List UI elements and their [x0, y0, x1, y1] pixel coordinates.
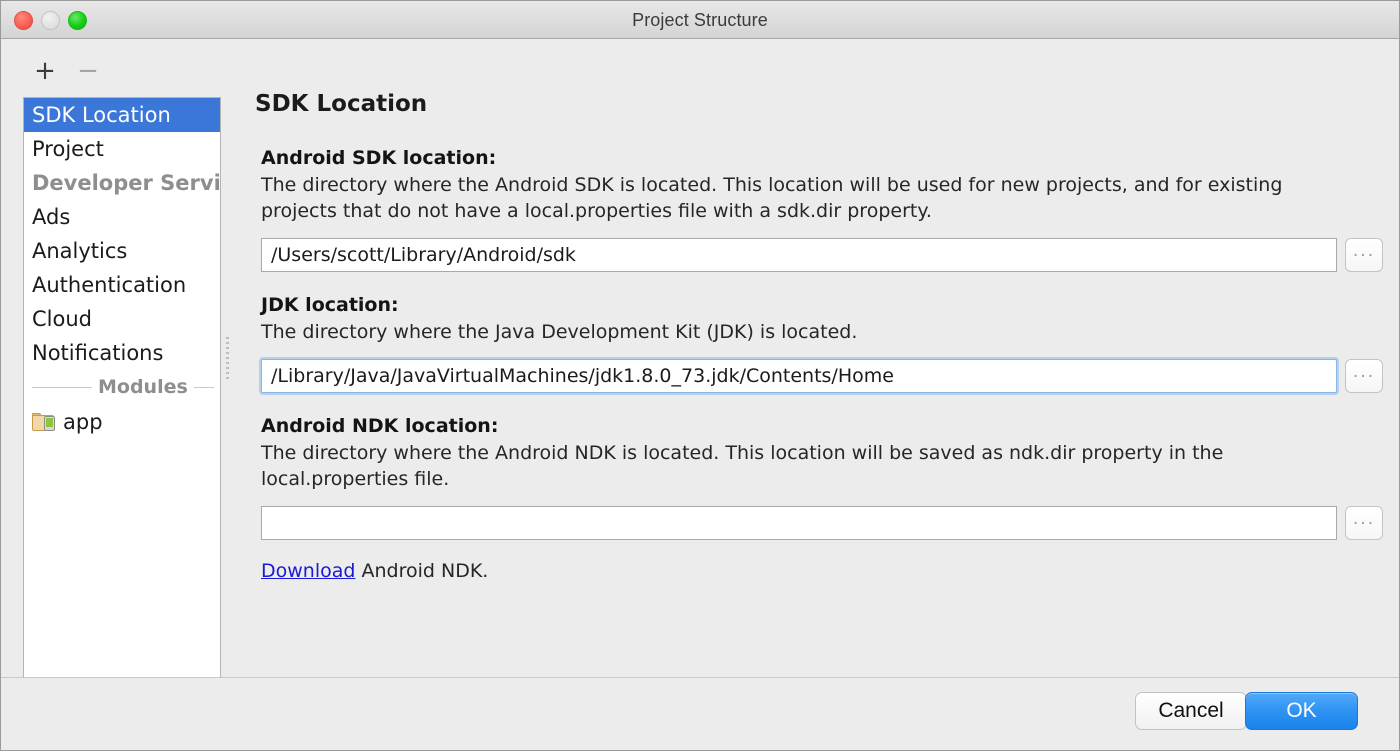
android-ndk-location-description: The directory where the Android NDK is l…	[261, 440, 1359, 492]
android-sdk-location-section: Android SDK location: The directory wher…	[261, 147, 1383, 272]
remove-module-button[interactable]: −	[75, 60, 101, 86]
modules-group-separator: Modules	[24, 370, 220, 404]
jdk-location-input[interactable]: /Library/Java/JavaVirtualMachines/jdk1.8…	[261, 359, 1337, 393]
download-ndk-link[interactable]: Download	[261, 560, 355, 582]
sidebar-item-analytics[interactable]: Analytics	[24, 234, 220, 268]
window-titlebar: Project Structure	[1, 1, 1399, 39]
sidebar-item-cloud[interactable]: Cloud	[24, 302, 220, 336]
jdk-location-section: JDK location: The directory where the Ja…	[261, 294, 1383, 393]
sidebar-item-developer-services: Developer Services	[24, 166, 220, 200]
jdk-location-label: JDK location:	[261, 294, 1383, 316]
sidebar-item-project[interactable]: Project	[24, 132, 220, 166]
window-title: Project Structure	[1, 1, 1399, 39]
sidebar-item-app-module[interactable]: app	[24, 404, 220, 440]
sidebar-item-authentication[interactable]: Authentication	[24, 268, 220, 302]
android-module-folder-icon	[32, 413, 55, 432]
sidebar-item-sdk-location[interactable]: SDK Location	[24, 98, 220, 132]
android-ndk-location-label: Android NDK location:	[261, 415, 1383, 437]
add-module-button[interactable]: +	[32, 60, 58, 86]
sidebar-toolbar: + −	[1, 39, 221, 81]
settings-content: Android SDK location: The directory wher…	[261, 147, 1383, 604]
splitter-grip-icon	[226, 337, 229, 379]
android-sdk-browse-button[interactable]: ...	[1345, 238, 1383, 272]
sidebar-item-notifications[interactable]: Notifications	[24, 336, 220, 370]
sidebar-item-ads[interactable]: Ads	[24, 200, 220, 234]
android-ndk-location-input[interactable]	[261, 506, 1337, 540]
page-title: SDK Location	[255, 91, 427, 117]
sidebar-list[interactable]: SDK Location Project Developer Services …	[23, 97, 221, 714]
android-sdk-location-input-row: /Users/scott/Library/Android/sdk ...	[261, 238, 1383, 272]
module-label: app	[63, 410, 103, 434]
android-sdk-location-label: Android SDK location:	[261, 147, 1383, 169]
android-ndk-location-section: Android NDK location: The directory wher…	[261, 415, 1383, 582]
sidebar: + − SDK Location Project Developer Servi…	[1, 39, 221, 677]
download-ndk-row: Download Android NDK.	[261, 560, 1383, 582]
modules-group-label: Modules	[98, 376, 188, 398]
dialog-footer: Cancel OK	[1, 677, 1399, 750]
ok-button[interactable]: OK	[1245, 692, 1358, 730]
main-panel: SDK Location Android SDK location: The d…	[235, 39, 1399, 677]
separator-line-right	[194, 387, 214, 388]
android-sdk-location-input[interactable]: /Users/scott/Library/Android/sdk	[261, 238, 1337, 272]
android-ndk-location-input-row: ...	[261, 506, 1383, 540]
cancel-button[interactable]: Cancel	[1135, 692, 1247, 730]
android-ndk-browse-button[interactable]: ...	[1345, 506, 1383, 540]
android-sdk-location-description: The directory where the Android SDK is l…	[261, 172, 1359, 224]
project-structure-dialog: Project Structure + − SDK Location Proje…	[0, 0, 1400, 751]
jdk-browse-button[interactable]: ...	[1345, 359, 1383, 393]
jdk-location-description: The directory where the Java Development…	[261, 319, 1359, 345]
dialog-body: + − SDK Location Project Developer Servi…	[1, 39, 1399, 677]
sidebar-splitter[interactable]	[221, 39, 235, 677]
jdk-location-input-row: /Library/Java/JavaVirtualMachines/jdk1.8…	[261, 359, 1383, 393]
separator-line-left	[32, 387, 92, 388]
download-ndk-suffix: Android NDK.	[355, 560, 488, 582]
